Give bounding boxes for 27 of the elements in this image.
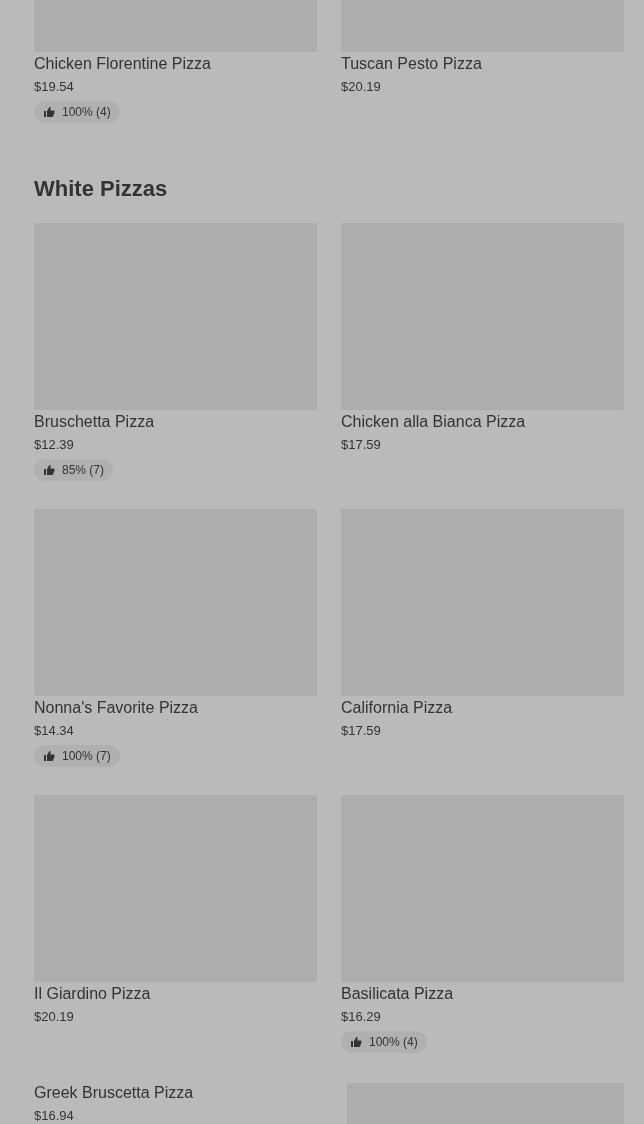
item-name[interactable]: Basilicata Pizza: [341, 982, 624, 1006]
rating-text: 100% (7): [62, 748, 111, 765]
item-name[interactable]: Bruschetta Pizza: [34, 410, 317, 434]
item-price: $16.29: [341, 1008, 382, 1026]
item-name[interactable]: Il Giardino Pizza: [34, 982, 317, 1006]
item-name[interactable]: Chicken alla Bianca Pizza: [341, 410, 624, 434]
item-name[interactable]: Chicken Florentine Pizza: [34, 52, 317, 76]
item-name[interactable]: Greek Bruscetta Pizza: [34, 1081, 317, 1105]
rating-text: 100% (4): [62, 104, 111, 121]
item-name[interactable]: California Pizza: [341, 696, 624, 720]
item-price: $20.19: [341, 78, 382, 96]
item-price: $20.19: [34, 1008, 75, 1026]
thumbs-up-icon: [350, 1036, 362, 1048]
item-name[interactable]: Tuscan Pesto Pizza: [341, 52, 624, 76]
item-price: $16.94: [34, 1107, 75, 1124]
item-price: $17.59: [341, 722, 382, 740]
item-price: $19.54: [34, 78, 75, 96]
item-price: $14.34: [34, 722, 75, 740]
item-price: $17.59: [341, 436, 382, 454]
thumbs-up-icon: [43, 106, 55, 118]
section-heading: White Pizzas: [34, 175, 169, 203]
thumbs-up-icon: [43, 750, 55, 762]
rating-text: 100% (4): [369, 1034, 418, 1051]
item-price: $12.39: [34, 436, 75, 454]
thumbs-up-icon: [43, 464, 55, 476]
item-name[interactable]: Nonna's Favorite Pizza: [34, 696, 317, 720]
rating-text: 85% (7): [62, 462, 105, 479]
